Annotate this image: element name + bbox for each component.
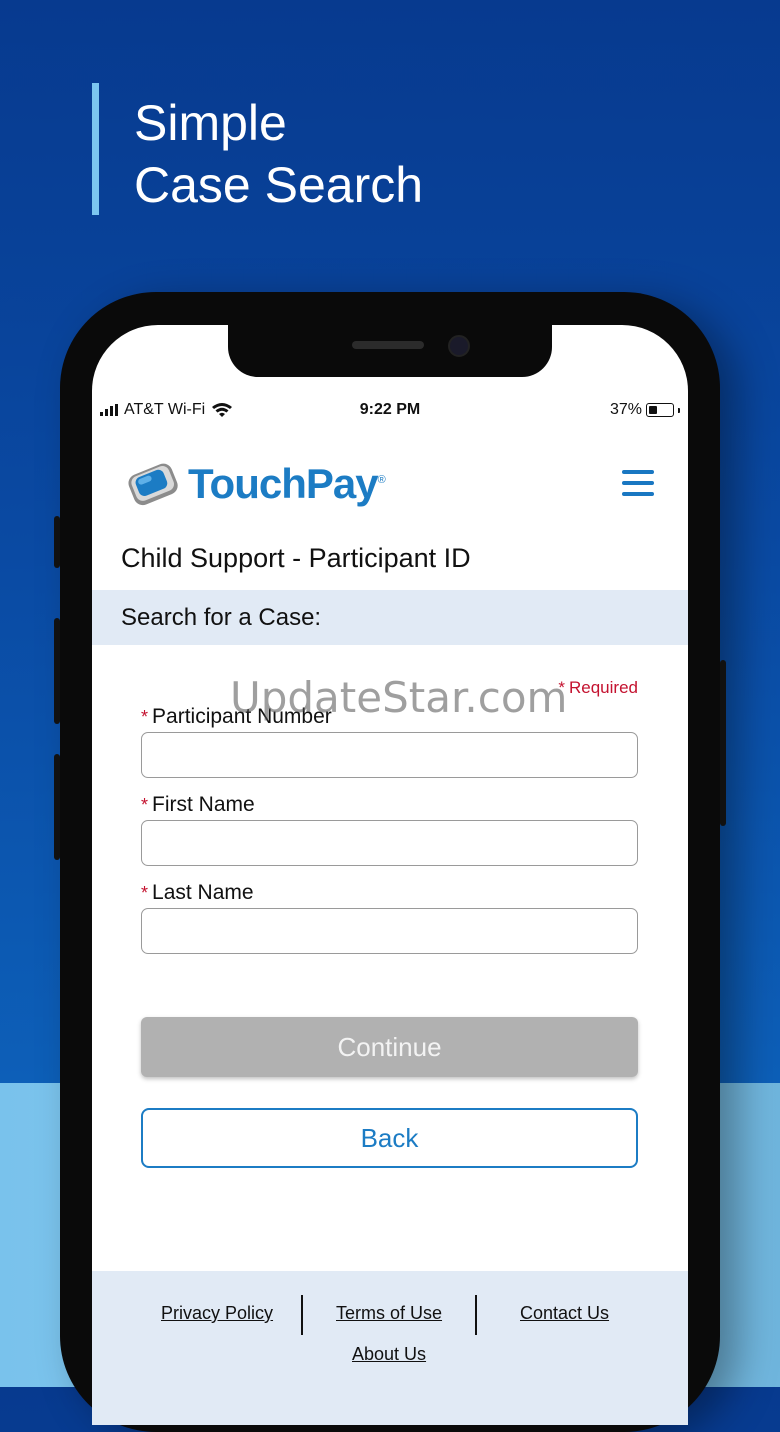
terms-of-use-link[interactable]: Terms of Use [336, 1303, 442, 1324]
front-camera [448, 335, 470, 357]
logo-wordmark: TouchPay® [188, 460, 386, 507]
battery-tip [678, 407, 680, 413]
watermark: UpdateStar.com [230, 673, 568, 722]
footer: Privacy Policy Terms of Use Contact Us A… [92, 1271, 688, 1425]
touchpay-logo-icon [128, 463, 178, 506]
speaker-grille [352, 341, 424, 349]
status-bar: AT&T Wi-Fi 9:22 PM 37% [92, 397, 688, 423]
promo-headline: Simple Case Search [134, 92, 423, 216]
required-note: * Required [558, 678, 638, 697]
last-name-label: * Last Name [141, 881, 254, 904]
continue-button[interactable]: Continue [141, 1017, 638, 1077]
footer-divider [301, 1295, 303, 1335]
section-label: Search for a Case: [121, 604, 322, 631]
phone-screen: AT&T Wi-Fi 9:22 PM 37% TouchPay® Child S… [92, 325, 688, 1425]
volume-down-button [54, 754, 60, 860]
headline-accent-bar [92, 83, 99, 215]
battery-percent: 37% [609, 401, 642, 418]
last-name-input[interactable] [141, 908, 638, 954]
clock: 9:22 PM [359, 401, 421, 418]
headline-line-2: Case Search [134, 157, 424, 213]
contact-us-link[interactable]: Contact Us [520, 1303, 609, 1324]
about-us-link[interactable]: About Us [352, 1344, 426, 1365]
app-header: TouchPay® [92, 450, 688, 520]
volume-up-button [54, 618, 60, 724]
battery-group: 37% [610, 401, 680, 419]
notch [228, 325, 552, 377]
power-button [720, 660, 726, 826]
battery-icon [646, 403, 674, 417]
privacy-policy-link[interactable]: Privacy Policy [161, 1303, 273, 1324]
back-button[interactable]: Back [141, 1108, 638, 1168]
headline-line-1: Simple [134, 95, 287, 151]
participant-number-input[interactable] [141, 732, 638, 778]
page-title: Child Support - Participant ID [121, 543, 471, 573]
section-header: Search for a Case: [92, 590, 688, 645]
hamburger-menu-icon[interactable] [622, 470, 654, 496]
footer-divider [475, 1295, 477, 1335]
touchpay-logo[interactable]: TouchPay® [126, 458, 386, 510]
mute-switch [54, 516, 60, 568]
first-name-input[interactable] [141, 820, 638, 866]
first-name-label: * First Name [141, 793, 255, 816]
